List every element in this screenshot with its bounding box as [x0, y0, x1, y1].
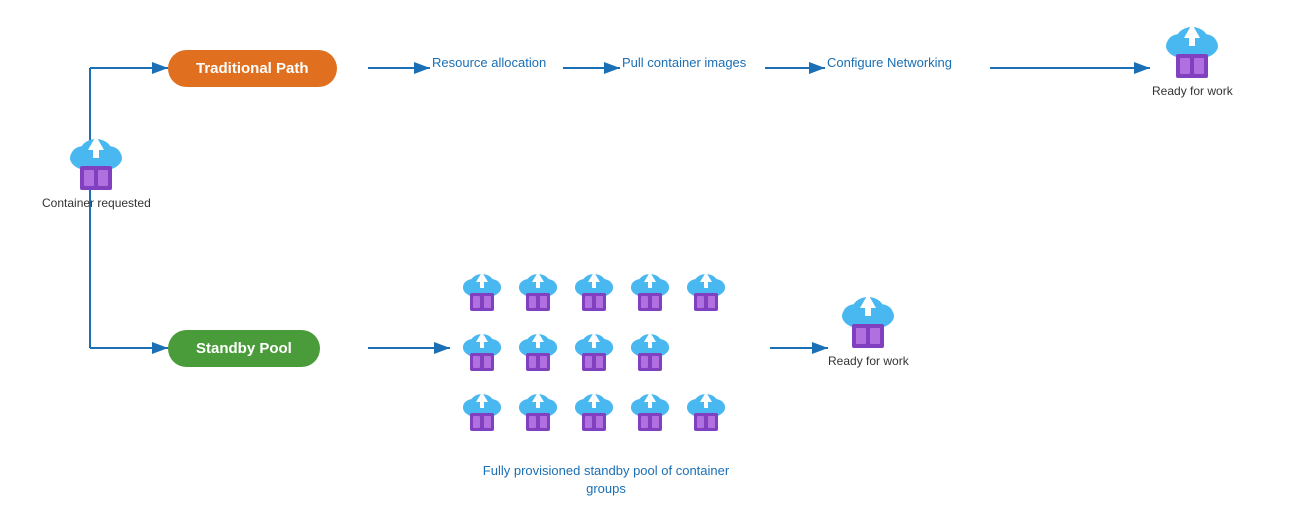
container-requested-icon: Container requested — [42, 130, 151, 212]
pool-icon-3-4 — [628, 388, 672, 432]
box-svg-top — [1174, 52, 1210, 80]
pool-icon-1-3 — [572, 268, 616, 312]
traditional-path-button[interactable]: Traditional Path — [168, 50, 337, 87]
ready-for-work-bottom-icon: Ready for work — [828, 288, 909, 370]
configure-networking-label: Configure Networking — [827, 55, 952, 70]
pool-icon-2-3 — [572, 328, 616, 372]
pool-icon-3-1 — [460, 388, 504, 432]
fully-provisioned-label: Fully provisioned standby pool of contai… — [476, 462, 736, 498]
diagram-container: Container requested Traditional Path Res… — [0, 0, 1299, 528]
standby-pool-button[interactable]: Standby Pool — [168, 330, 320, 367]
container-requested-label: Container requested — [42, 196, 151, 212]
pull-container-images-label: Pull container images — [622, 55, 746, 70]
resource-allocation-label: Resource allocation — [432, 55, 546, 70]
pool-icon-2-2 — [516, 328, 560, 372]
box-svg-bottom — [850, 322, 886, 350]
ready-for-work-bottom-label: Ready for work — [828, 354, 909, 370]
pool-icon-1-2 — [516, 268, 560, 312]
pool-icon-1-5 — [684, 268, 728, 312]
pool-icon-2-4 — [628, 328, 672, 372]
pool-icon-3-3 — [572, 388, 616, 432]
ready-for-work-top-label: Ready for work — [1152, 84, 1233, 100]
pool-icon-1-4 — [628, 268, 672, 312]
pool-icon-2-1 — [460, 328, 504, 372]
pool-icon-1-1 — [460, 268, 504, 312]
pool-icon-3-2 — [516, 388, 560, 432]
pool-icon-3-5 — [684, 388, 728, 432]
ready-for-work-top-icon: Ready for work — [1152, 18, 1233, 100]
box-svg-main — [78, 164, 114, 192]
